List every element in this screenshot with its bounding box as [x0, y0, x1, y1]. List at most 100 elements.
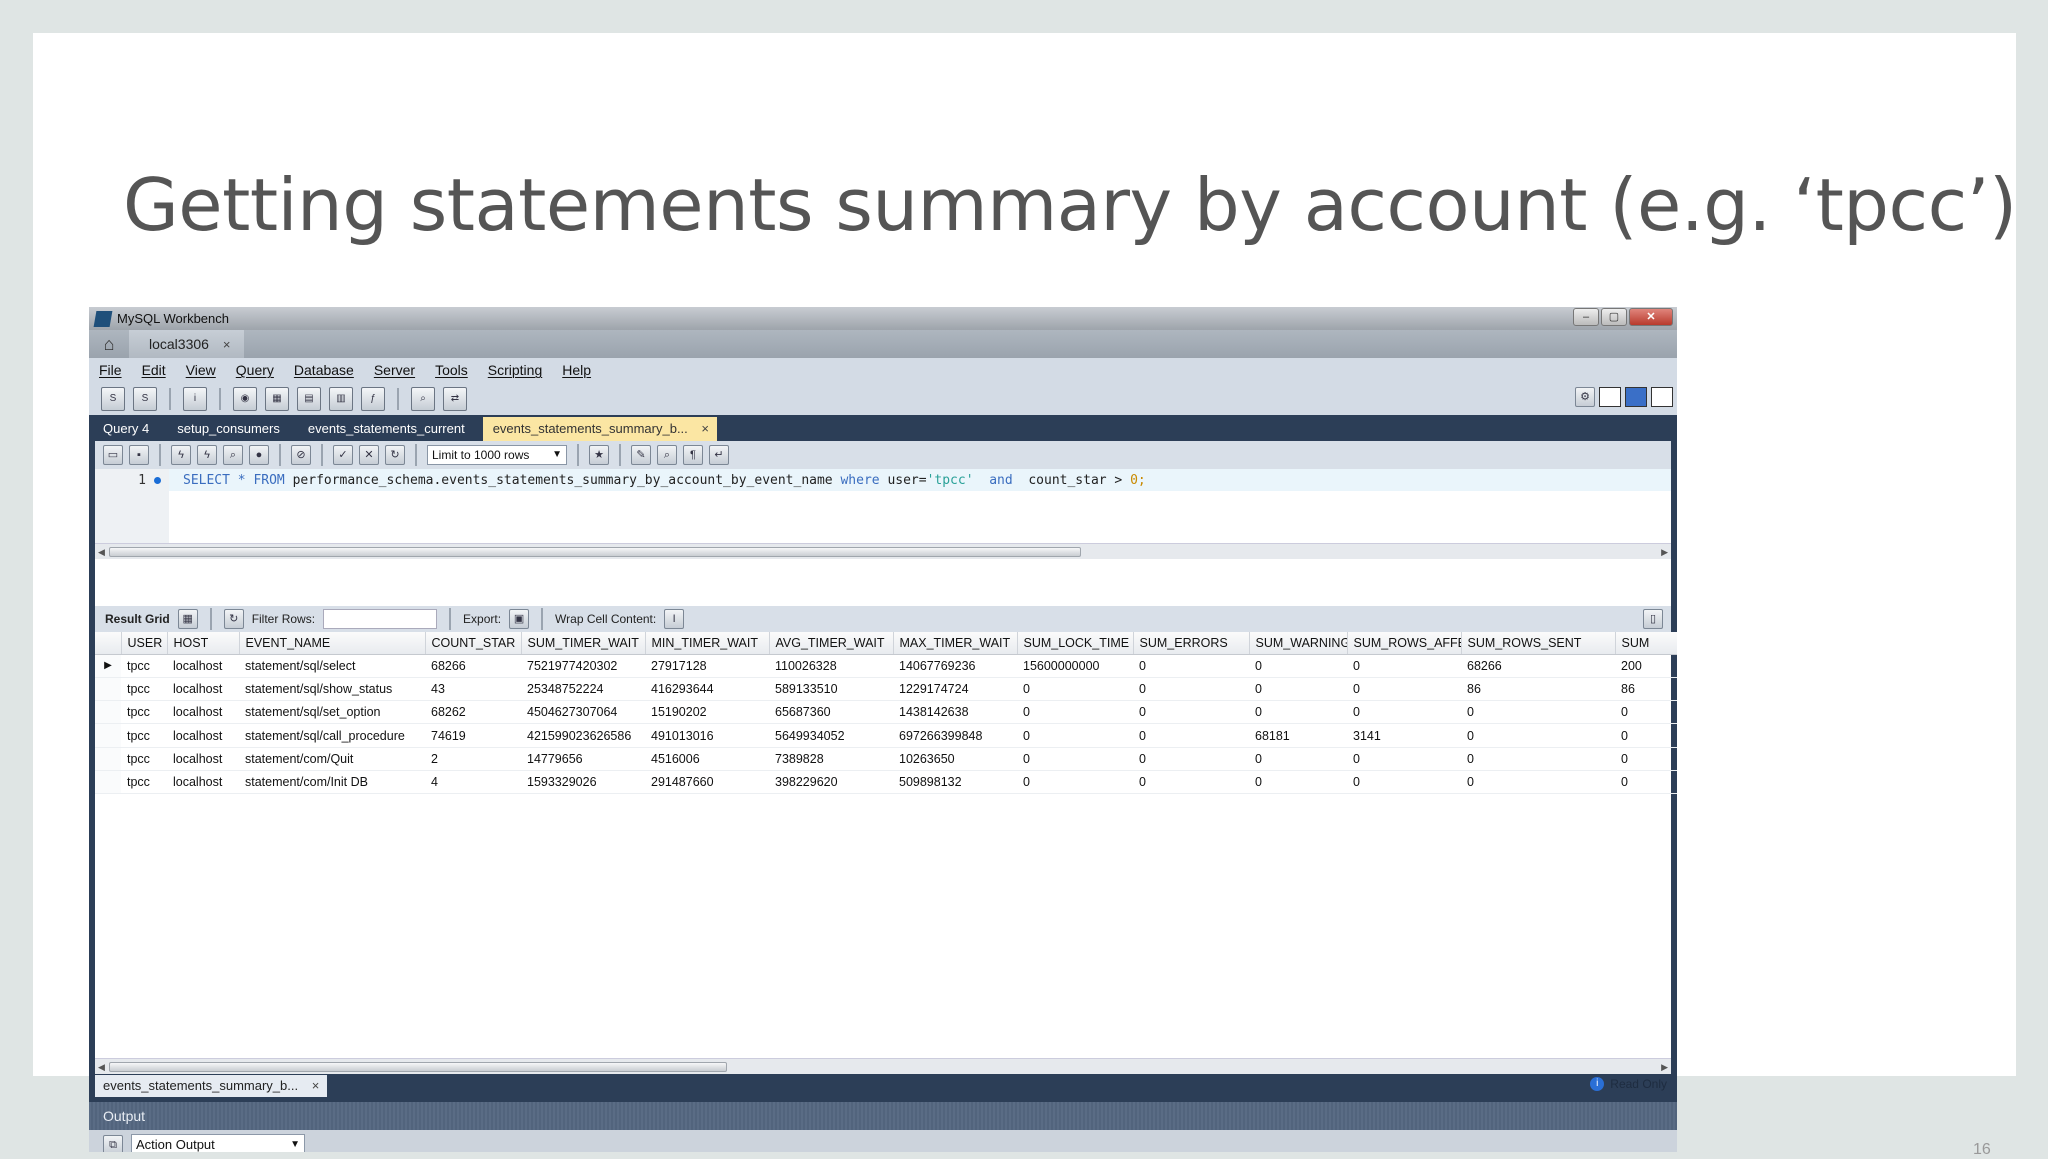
- table-cell[interactable]: 27917128: [645, 654, 769, 678]
- close-tab-icon[interactable]: ×: [223, 337, 231, 352]
- table-cell[interactable]: 1593329026: [521, 770, 645, 795]
- tab-events-statements-current[interactable]: events_statements_current: [298, 417, 483, 441]
- table-cell[interactable]: 200: [1615, 654, 1677, 678]
- menu-view[interactable]: View: [186, 362, 216, 378]
- stop-icon[interactable]: ●: [249, 445, 269, 465]
- table-cell[interactable]: 3141: [1347, 723, 1461, 748]
- table-cell[interactable]: 0: [1249, 747, 1347, 771]
- menu-server[interactable]: Server: [374, 362, 415, 378]
- tab-query-4[interactable]: Query 4: [93, 417, 167, 441]
- column-header[interactable]: COUNT_STAR: [425, 632, 522, 655]
- column-header[interactable]: SUM_ERRORS: [1133, 632, 1250, 655]
- tab-events-statements-summary[interactable]: events_statements_summary_b... ×: [482, 417, 717, 441]
- connection-tab[interactable]: local3306 ×: [129, 330, 245, 358]
- table-cell[interactable]: 14779656: [521, 747, 645, 771]
- table-cell[interactable]: 7521977420302: [521, 654, 645, 678]
- row-header[interactable]: ▶: [95, 654, 121, 678]
- menu-scripting[interactable]: Scripting: [488, 362, 542, 378]
- tab-setup-consumers[interactable]: setup_consumers: [167, 417, 298, 441]
- table-cell[interactable]: 43: [425, 677, 521, 702]
- table-cell[interactable]: localhost: [167, 723, 239, 748]
- table-cell[interactable]: 0: [1347, 654, 1461, 678]
- maximize-button[interactable]: ▢: [1601, 308, 1627, 326]
- column-header[interactable]: AVG_TIMER_WAIT: [769, 632, 894, 655]
- result-grid-label[interactable]: Result Grid: [105, 612, 170, 626]
- menu-edit[interactable]: Edit: [142, 362, 166, 378]
- grid-view-icon[interactable]: ▦: [177, 609, 198, 629]
- scroll-left-icon[interactable]: ◀: [98, 1059, 105, 1075]
- settings-gear-icon[interactable]: ⚙: [1575, 387, 1595, 407]
- scroll-right-icon[interactable]: ▶: [1661, 1059, 1668, 1075]
- table-cell[interactable]: statement/sql/call_procedure: [239, 723, 425, 748]
- close-button[interactable]: ✕: [1629, 308, 1673, 326]
- create-table-icon[interactable]: ▦: [265, 386, 289, 411]
- column-header[interactable]: SUM_LOCK_TIME: [1017, 632, 1134, 655]
- create-view-icon[interactable]: ▤: [297, 386, 321, 411]
- table-cell[interactable]: 0: [1133, 747, 1249, 771]
- column-header[interactable]: SUM_ROWS_SENT: [1461, 632, 1616, 655]
- open-sql-file-icon[interactable]: S: [133, 386, 157, 411]
- inspector-icon[interactable]: i: [183, 386, 207, 411]
- table-cell[interactable]: 25348752224: [521, 677, 645, 702]
- table-cell[interactable]: 0: [1133, 654, 1249, 678]
- execute-icon[interactable]: ϟ: [171, 445, 191, 465]
- table-cell[interactable]: 1438142638: [893, 700, 1017, 725]
- table-cell[interactable]: tpcc: [121, 677, 167, 702]
- autocommit-icon[interactable]: ↻: [385, 445, 405, 465]
- table-cell[interactable]: 0: [1461, 747, 1615, 771]
- table-cell[interactable]: 0: [1461, 770, 1615, 795]
- table-cell[interactable]: 0: [1133, 677, 1249, 702]
- table-cell[interactable]: 0: [1347, 700, 1461, 725]
- table-cell[interactable]: localhost: [167, 700, 239, 725]
- table-cell[interactable]: 0: [1615, 723, 1677, 748]
- close-tab-icon[interactable]: ×: [312, 1078, 320, 1093]
- create-procedure-icon[interactable]: ▥: [329, 386, 353, 411]
- table-cell[interactable]: 110026328: [769, 654, 893, 678]
- row-header[interactable]: [95, 723, 121, 748]
- search-table-data-icon[interactable]: ⌕: [411, 386, 435, 411]
- table-cell[interactable]: localhost: [167, 654, 239, 678]
- menu-tools[interactable]: Tools: [435, 362, 468, 378]
- table-cell[interactable]: 416293644: [645, 677, 769, 702]
- editor-hscrollbar[interactable]: ◀ ▶: [95, 543, 1671, 559]
- table-cell[interactable]: 86: [1461, 677, 1615, 702]
- table-cell[interactable]: 74619: [425, 723, 521, 748]
- table-cell[interactable]: 15190202: [645, 700, 769, 725]
- execute-current-icon[interactable]: ϟ: [197, 445, 217, 465]
- table-cell[interactable]: 0: [1347, 747, 1461, 771]
- table-cell[interactable]: 0: [1249, 677, 1347, 702]
- table-cell[interactable]: localhost: [167, 677, 239, 702]
- export-icon[interactable]: ▣: [509, 609, 530, 629]
- row-header[interactable]: [95, 747, 121, 771]
- toggle-error-stop-icon[interactable]: ⊘: [291, 445, 311, 465]
- table-cell[interactable]: localhost: [167, 770, 239, 795]
- table-cell[interactable]: 421599023626586: [521, 723, 645, 748]
- table-cell[interactable]: 0: [1249, 654, 1347, 678]
- table-cell[interactable]: 4504627307064: [521, 700, 645, 725]
- row-header[interactable]: [95, 677, 121, 702]
- column-header[interactable]: SUM_WARNINGS: [1249, 632, 1348, 655]
- filter-rows-input[interactable]: [323, 609, 438, 629]
- add-snippet-icon[interactable]: ★: [589, 445, 609, 465]
- rollback-icon[interactable]: ✕: [359, 445, 379, 465]
- table-cell[interactable]: 0: [1017, 677, 1133, 702]
- create-function-icon[interactable]: ƒ: [361, 386, 385, 411]
- menu-query[interactable]: Query: [236, 362, 274, 378]
- table-cell[interactable]: 86: [1615, 677, 1677, 702]
- copy-output-icon[interactable]: ⧉: [103, 1135, 123, 1152]
- table-cell[interactable]: 68266: [1461, 654, 1615, 678]
- table-cell[interactable]: 5649934052: [769, 723, 893, 748]
- table-cell[interactable]: 65687360: [769, 700, 893, 725]
- sql-editor-line[interactable]: 1 SELECT * FROM performance_schema.event…: [95, 469, 1671, 491]
- table-cell[interactable]: 68181: [1249, 723, 1347, 748]
- scrollbar-thumb[interactable]: [109, 1062, 727, 1072]
- table-cell[interactable]: 68266: [425, 654, 521, 678]
- table-row[interactable]: tpcc localhost statement/sql/show_status 43…: [95, 677, 1677, 702]
- table-cell[interactable]: 0: [1615, 747, 1677, 771]
- table-row[interactable]: tpcc localhost statement/sql/set_option 682…: [95, 700, 1677, 725]
- table-cell[interactable]: localhost: [167, 747, 239, 771]
- table-cell[interactable]: 589133510: [769, 677, 893, 702]
- sql-editor-blank[interactable]: [95, 491, 1671, 543]
- column-header[interactable]: USER: [121, 632, 168, 655]
- table-cell[interactable]: 0: [1017, 747, 1133, 771]
